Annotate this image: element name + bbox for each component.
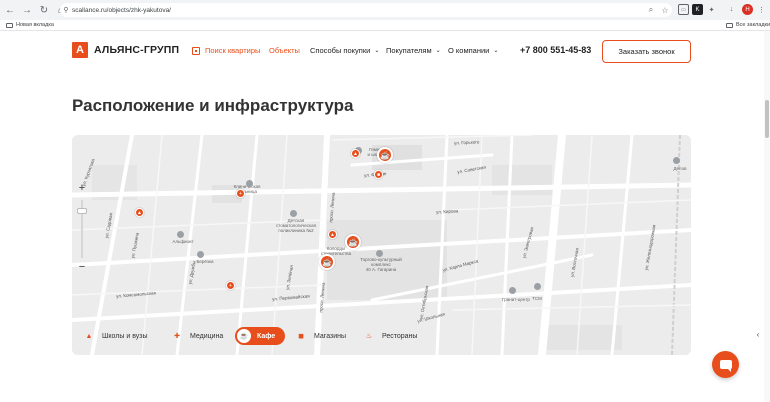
- site-logo[interactable]: А АЛЬЯНС-ГРУПП: [72, 42, 179, 58]
- page-scrollbar[interactable]: [764, 31, 770, 402]
- category-medicine[interactable]: ✚ Медицина: [170, 327, 231, 345]
- menu-dots-icon[interactable]: ⋮: [756, 4, 767, 15]
- nav-label: Покупателям: [386, 46, 432, 55]
- map-streets: [72, 135, 691, 355]
- map-label-mall: Торгово-культурный комплекс 40 А. Гагарина: [360, 257, 402, 272]
- category-label: Школы и вузы: [102, 332, 148, 340]
- poi-marker[interactable]: [534, 283, 541, 290]
- address-bar[interactable]: ⚲ scallance.ru/objects/zhk-yakutova/ ⌕ ☆: [60, 3, 672, 17]
- reload-icon[interactable]: ↻: [37, 3, 51, 17]
- download-icon[interactable]: ↓: [726, 4, 737, 15]
- site-info-icon[interactable]: ⚲: [60, 6, 72, 14]
- callback-button[interactable]: Заказать звонок: [602, 40, 691, 63]
- back-icon[interactable]: ←: [3, 3, 17, 17]
- graduation-cap-icon: ▲: [85, 332, 93, 340]
- poi-marker[interactable]: [376, 250, 383, 257]
- school-marker[interactable]: ▲: [135, 208, 144, 217]
- category-restaurants[interactable]: ♨ Рестораны: [362, 327, 425, 345]
- bookmark-label: Все закладки: [736, 22, 770, 28]
- logo-mark: А: [72, 42, 88, 58]
- poi-marker[interactable]: [673, 157, 680, 164]
- category-label: Кафе: [257, 332, 276, 340]
- nav-purchase-methods[interactable]: Способы покупки ⌄: [310, 46, 379, 55]
- poi-marker[interactable]: [197, 251, 204, 258]
- search-icon[interactable]: ⌕: [644, 5, 658, 15]
- bookmarks-bar: Новая вкладка Все закладки: [0, 20, 770, 31]
- nav-label: Способы покупки: [310, 46, 371, 55]
- bookmark-new-tab[interactable]: Новая вкладка: [6, 22, 54, 28]
- poi-marker[interactable]: [290, 210, 297, 217]
- nav-objects[interactable]: Объекты: [269, 46, 300, 55]
- forward-icon[interactable]: →: [20, 3, 34, 17]
- scrollbar-thumb[interactable]: [765, 100, 769, 138]
- category-shops[interactable]: ◼ Магазины: [294, 327, 354, 345]
- extension-screen-icon[interactable]: ▭: [678, 4, 689, 15]
- hospital-icon: ✚: [174, 333, 180, 340]
- school-marker[interactable]: ▲: [328, 230, 337, 239]
- nav-buyers[interactable]: Покупателям ⌄: [386, 46, 441, 55]
- map-label-delovoy: Делов: [673, 166, 687, 171]
- chat-button[interactable]: [712, 351, 739, 378]
- folder-icon: [6, 22, 13, 28]
- bookmark-label: Новая вкладка: [16, 22, 54, 28]
- chevron-down-icon: ⌄: [435, 48, 441, 54]
- shopping-bag-icon: ◼: [298, 333, 304, 340]
- nav-label: Поиск квартиры: [205, 46, 261, 55]
- nav-label: О компании: [448, 46, 490, 55]
- shop-marker[interactable]: ■: [374, 170, 383, 179]
- folder-icon: [726, 22, 733, 28]
- cafe-marker[interactable]: ☕: [319, 254, 335, 270]
- extension-k-icon[interactable]: K: [692, 4, 703, 15]
- profile-avatar[interactable]: Н: [742, 4, 753, 15]
- category-label: Медицина: [190, 332, 224, 340]
- cafe-marker[interactable]: ☕: [345, 234, 361, 250]
- nav-search-apartment[interactable]: Поиск квартиры: [192, 46, 260, 55]
- poi-marker[interactable]: [509, 287, 516, 294]
- zoom-slider-handle[interactable]: [77, 208, 87, 214]
- nav-about[interactable]: О компании ⌄: [448, 46, 498, 55]
- hospital-marker[interactable]: +: [226, 281, 235, 290]
- logo-text: АЛЬЯНС-ГРУПП: [94, 44, 180, 56]
- cafe-marker[interactable]: ☕: [377, 147, 393, 163]
- restaurant-icon: ♨: [365, 333, 373, 340]
- map-label-dental: Детская стоматологическая поликлиника №2: [275, 218, 317, 233]
- coffee-cup-icon: ☕: [237, 329, 251, 343]
- map-label-church: Альфиоит: [172, 239, 194, 244]
- chat-bubble-icon: [719, 360, 732, 372]
- apartment-grid-icon: [192, 46, 200, 55]
- phone-number[interactable]: +7 800 551-45-83: [520, 45, 591, 55]
- section-title: Расположение и инфраструктура: [72, 96, 354, 115]
- bookmark-all[interactable]: Все закладки: [726, 22, 770, 28]
- extensions-puzzle-icon[interactable]: ✦: [706, 4, 717, 15]
- chevron-down-icon: ⌄: [493, 48, 499, 54]
- nav-label: Объекты: [269, 46, 300, 55]
- chevron-down-icon: ⌄: [374, 48, 380, 54]
- poi-marker[interactable]: [246, 180, 253, 187]
- bookmark-star-icon[interactable]: ☆: [658, 6, 672, 15]
- map-label-tsm: ТСМ: [532, 296, 542, 301]
- category-cafe[interactable]: ☕ Кафе: [235, 327, 286, 345]
- school-marker[interactable]: ▲: [351, 149, 360, 158]
- category-schools[interactable]: ▲ Школы и вузы: [82, 327, 156, 345]
- hospital-marker[interactable]: +: [236, 189, 245, 198]
- poi-marker[interactable]: [177, 231, 184, 238]
- category-label: Магазины: [314, 332, 347, 340]
- side-panel-chevron-icon[interactable]: ‹: [753, 328, 763, 340]
- category-label: Рестораны: [382, 332, 418, 340]
- infrastructure-map[interactable]: + − Гимназияи школа № Клиническаябольниц…: [72, 135, 691, 355]
- url-text[interactable]: scallance.ru/objects/zhk-yakutova/: [72, 7, 644, 14]
- zoom-out-button[interactable]: −: [76, 261, 88, 273]
